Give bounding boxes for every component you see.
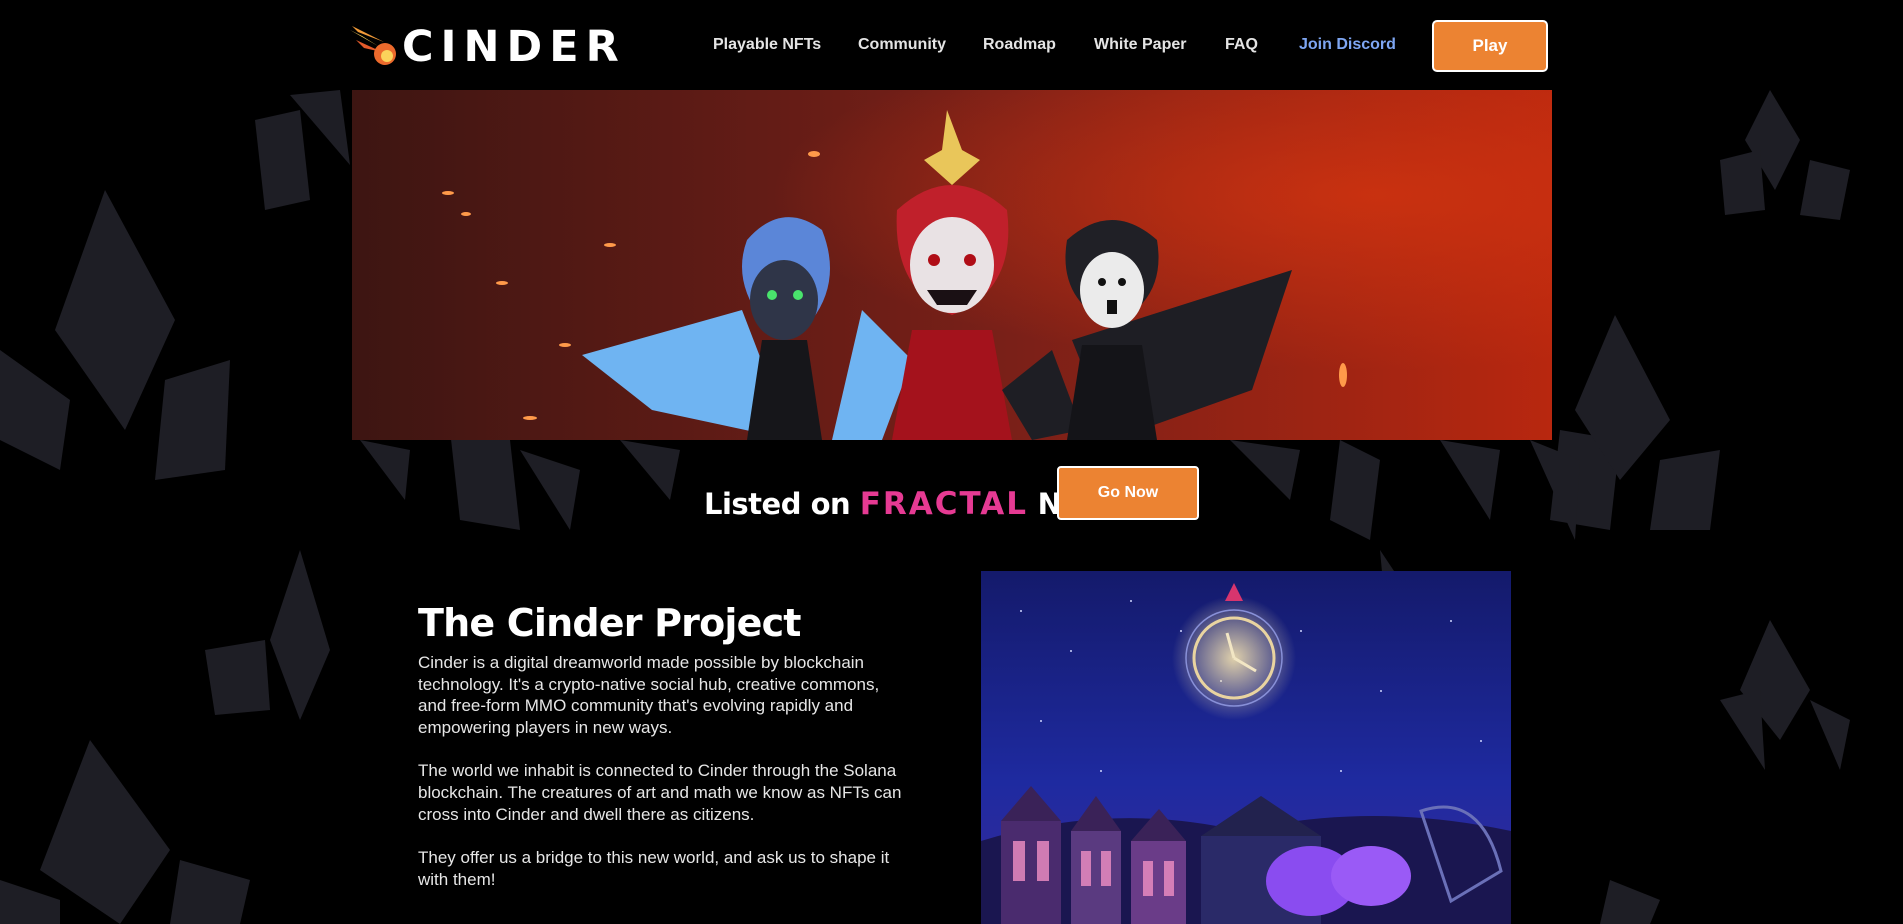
listing-prefix: Listed on — [704, 487, 851, 521]
hero-banner-image — [352, 90, 1552, 440]
nav-community[interactable]: Community — [858, 36, 946, 54]
listing-banner: Listed on FRACTAL NOW! — [0, 480, 1903, 528]
top-navigation: CINDER Playable NFTs Community Roadmap W… — [0, 0, 1903, 90]
go-now-button[interactable]: Go Now — [1057, 466, 1199, 520]
project-paragraph-1: Cinder is a digital dreamworld made poss… — [418, 653, 880, 737]
nav-roadmap[interactable]: Roadmap — [983, 36, 1056, 54]
project-title: The Cinder Project — [418, 601, 801, 645]
fractal-logo-text[interactable]: FRACTAL — [860, 486, 1028, 522]
project-paragraph-3: They offer us a bridge to this new world… — [418, 848, 890, 889]
nav-playable-nfts[interactable]: Playable NFTs — [713, 36, 821, 54]
nav-faq[interactable]: FAQ — [1225, 36, 1258, 54]
game-world-image — [981, 571, 1511, 924]
project-paragraph-2: The world we inhabit is connected to Cin… — [418, 761, 902, 824]
nav-join-discord[interactable]: Join Discord — [1299, 36, 1396, 54]
nav-white-paper[interactable]: White Paper — [1094, 36, 1186, 54]
play-button[interactable]: Play — [1432, 20, 1548, 72]
project-section: The Cinder Project Cinder is a digital d… — [418, 600, 908, 912]
